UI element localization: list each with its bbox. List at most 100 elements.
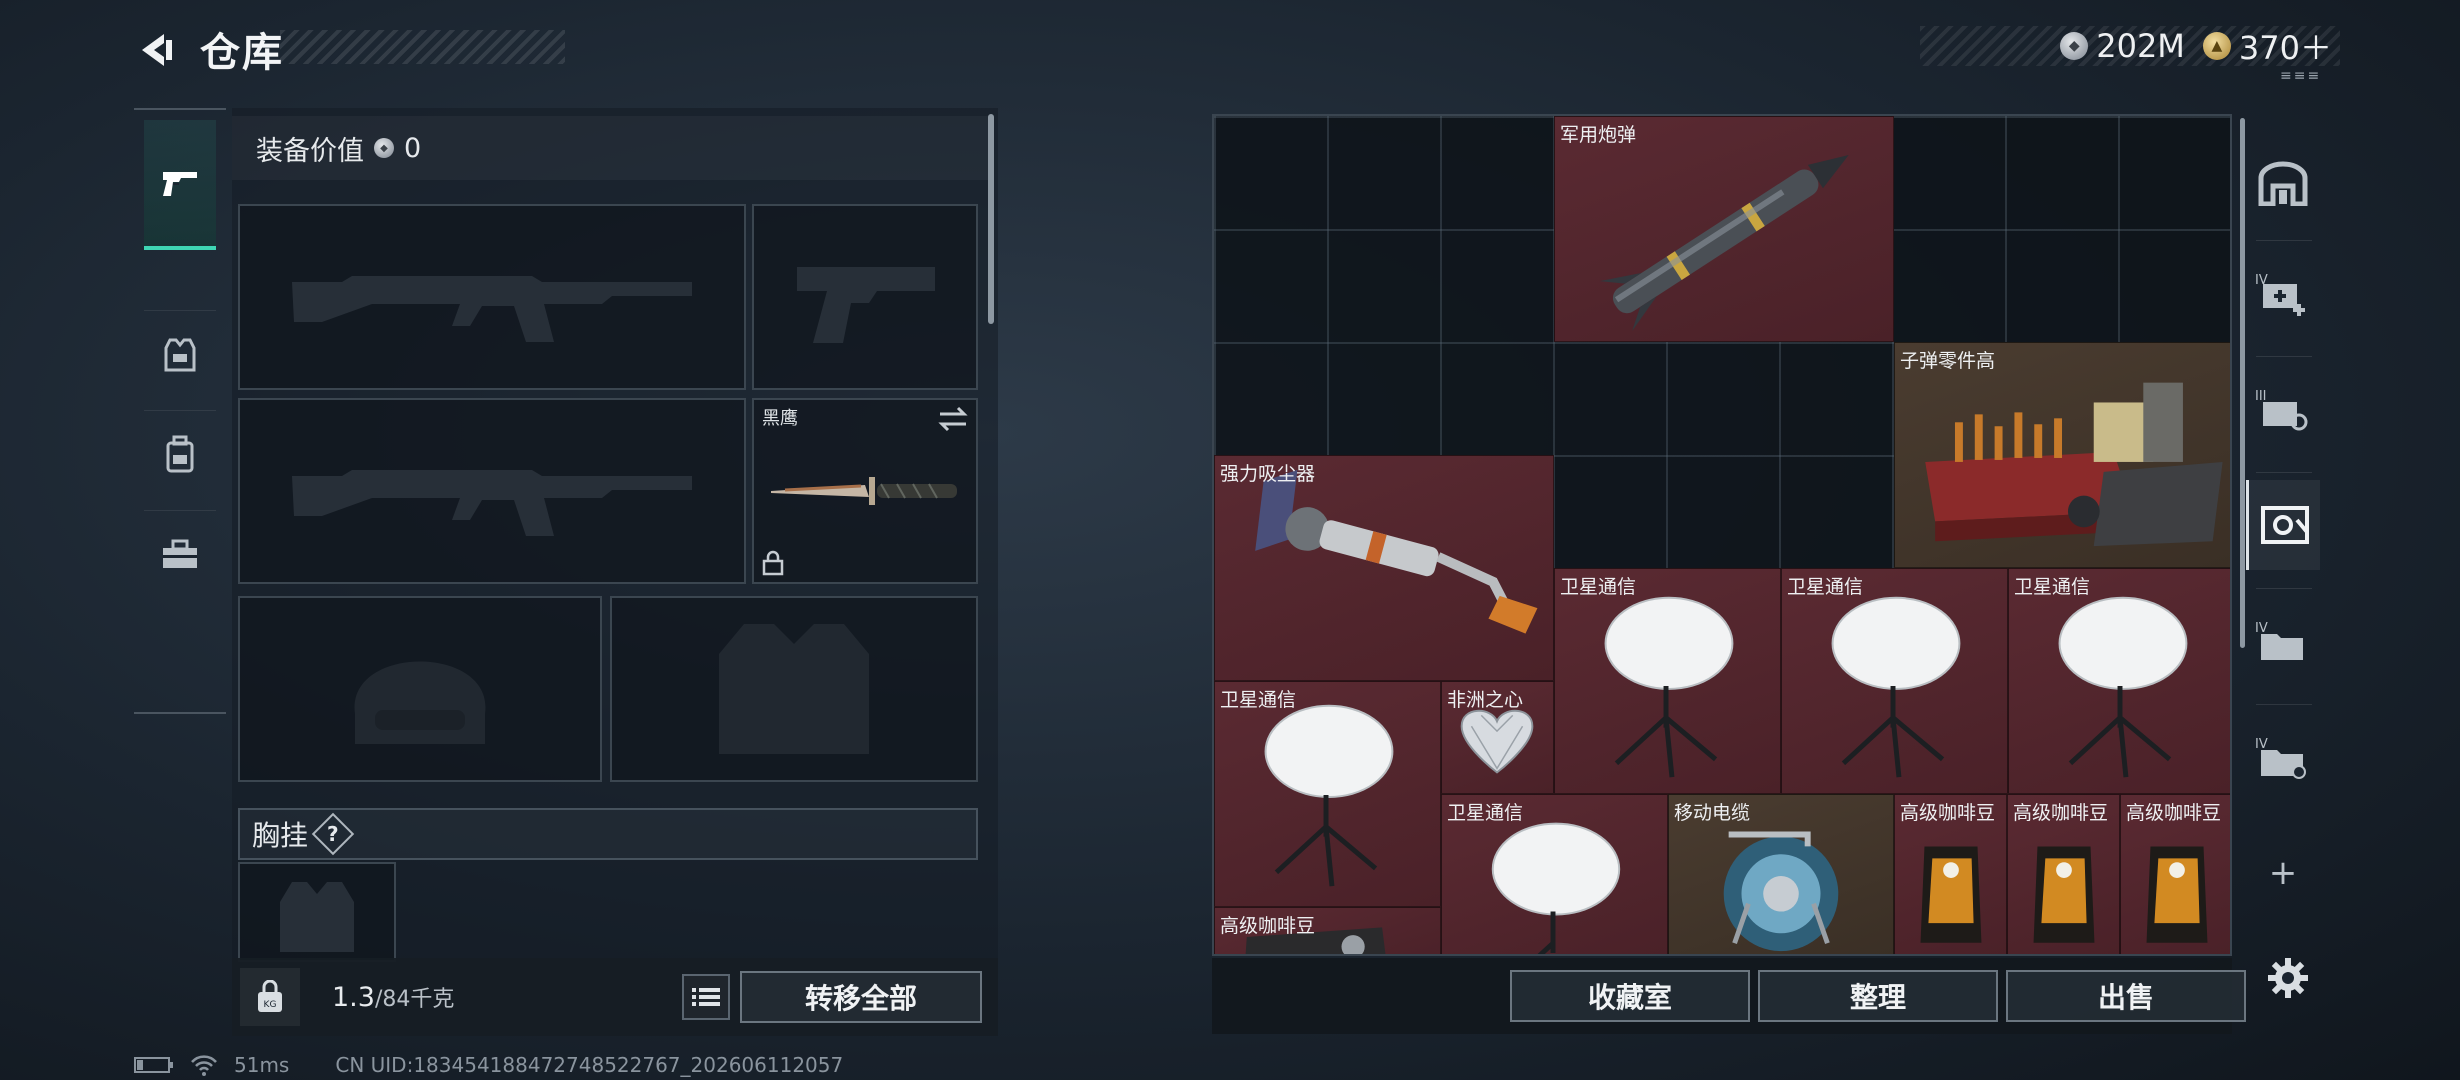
currency-gold[interactable]: ▲ 370＋ <box>2202 23 2332 69</box>
settings-button[interactable] <box>2262 952 2314 1004</box>
weight-readout: 1.3/84千克 <box>332 981 454 1013</box>
nav-weapons[interactable] <box>144 120 216 250</box>
list-view-button[interactable] <box>682 974 730 1020</box>
item-name: 移动电缆 <box>1674 802 1751 824</box>
storage-tabs: IV III IV IV + <box>2240 118 2326 958</box>
currency-silver[interactable]: ◆ 202M <box>2060 27 2185 65</box>
storage-item-satcom[interactable]: 卫星通信 <box>1441 794 1668 954</box>
backpack-icon <box>166 435 194 473</box>
storage-item-satcom[interactable]: 卫星通信 <box>1781 568 2008 794</box>
vacuum-icon <box>1255 469 1538 634</box>
tab-ammo-box[interactable]: III <box>2246 364 2320 454</box>
battery-icon <box>134 1057 173 1073</box>
artillery-shell-icon <box>1599 154 1849 332</box>
add-tab-button[interactable]: + <box>2246 828 2320 918</box>
storage-item-coffee-beans[interactable]: 高级咖啡豆 <box>2120 794 2230 954</box>
equip-value-bar: 装备价值 ◆ 0 <box>232 116 988 180</box>
tab-collection-box[interactable] <box>2246 480 2320 570</box>
knife-icon <box>771 477 957 505</box>
sell-button[interactable]: 出售 <box>2006 970 2246 1022</box>
satellite-dish-icon <box>1831 596 1961 778</box>
weight-bag-icon: KG <box>258 980 282 1012</box>
chest-rig-silhouette-icon <box>280 882 354 952</box>
nav-armor[interactable] <box>144 310 216 400</box>
storage-item-satcom[interactable]: 卫星通信 <box>1214 681 1441 907</box>
storage-item-coffee-beans[interactable]: 高级咖啡豆 <box>1214 907 1441 954</box>
swap-icon[interactable] <box>938 406 968 432</box>
weight-value: 1.3 <box>332 982 375 1013</box>
item-name: 子弹零件高 <box>1900 350 1996 372</box>
storage-item-bullet-parts[interactable]: 子弹零件高 <box>1894 342 2230 568</box>
tertiary-weapon-slot[interactable] <box>238 398 746 584</box>
back-button[interactable] <box>128 24 184 76</box>
tab-folder-box[interactable]: IV <box>2246 596 2320 686</box>
loadout-panel: 装备价值 ◆ 0 黑鹰 胸挂 ? <box>232 108 998 1036</box>
status-bar: 51ms CN UID:1834541884727485227​67_20260… <box>134 1052 843 1078</box>
armor-slot[interactable] <box>610 596 978 782</box>
tab-warehouse[interactable] <box>2246 138 2320 228</box>
storage-item-artillery-shell[interactable]: 军用炮弹 <box>1554 116 1894 342</box>
melee-slot[interactable]: 黑鹰 <box>752 398 978 584</box>
uid-readout: CN UID:1834541884727485227​67_2026061120… <box>335 1053 844 1077</box>
primary-weapon-slot[interactable] <box>238 204 746 390</box>
satellite-dish-icon <box>1604 596 1734 778</box>
storage-item-coffee-beans[interactable]: 高级咖啡豆 <box>1894 794 2007 954</box>
collection-box-icon <box>2260 506 2309 544</box>
list-icon <box>692 988 720 1006</box>
gold-coin-icon: ▲ <box>2202 32 2231 60</box>
helmet-slot[interactable] <box>238 596 602 782</box>
svg-text:III: III <box>2255 389 2267 404</box>
storage-item-coffee-beans[interactable]: 高级咖啡豆 <box>2007 794 2120 954</box>
equip-value-label: 装备价值 <box>256 135 364 167</box>
currency-bar: ◆ 202M ▲ 370＋ <box>1920 23 2340 69</box>
page-title: 仓库 <box>200 30 284 76</box>
nav-backpack[interactable] <box>144 410 216 500</box>
transfer-all-button[interactable]: 转移全部 <box>740 971 982 1023</box>
nav-toolbox[interactable] <box>144 510 216 600</box>
weight-max: /84千克 <box>374 987 455 1012</box>
ammo-crate-icon <box>1925 382 2223 547</box>
storage-item-satcom[interactable]: 卫星通信 <box>2008 568 2230 794</box>
weight-bag-button[interactable]: KG <box>240 968 300 1026</box>
help-icon[interactable]: ? <box>311 812 355 856</box>
item-name: 军用炮弹 <box>1560 124 1637 146</box>
back-arrow-icon <box>142 34 172 66</box>
key-box-icon: IV <box>2255 737 2306 779</box>
silver-coin-icon: ◆ <box>2060 32 2089 60</box>
equip-value: 0 <box>404 132 422 164</box>
item-name: 高级咖啡豆 <box>1900 802 1996 824</box>
left-category-nav <box>134 108 226 714</box>
loadout-scrollbar[interactable] <box>988 114 994 324</box>
rifle-silhouette-icon <box>292 276 692 342</box>
loadout-footer: KG 1.3/84千克 转移全部 <box>232 958 998 1036</box>
item-name: 卫星通信 <box>1447 802 1524 824</box>
storage-item-satcom[interactable]: 卫星通信 <box>1554 568 1781 794</box>
armor-vest-icon <box>164 338 196 372</box>
storage-grid: 军用炮弹 子弹零件高 强力吸尘器 卫星通信 卫星通信 卫星通信 卫星通信 非洲之… <box>1212 114 2232 956</box>
storage-item-cable-reel[interactable]: 移动电缆 <box>1668 794 1894 954</box>
pistol-icon <box>163 172 197 196</box>
storage-item-heart-of-africa[interactable]: 非洲之心 <box>1441 681 1554 794</box>
chest-rig-slot[interactable] <box>238 862 396 962</box>
organize-button[interactable]: 整理 <box>1758 970 1998 1022</box>
lock-icon <box>762 550 784 576</box>
tab-key-box[interactable]: IV <box>2246 712 2320 802</box>
item-name: 高级咖啡豆 <box>1220 915 1316 937</box>
toolbox-icon <box>163 539 197 568</box>
pistol-silhouette-icon <box>797 267 935 343</box>
helmet-silhouette-icon <box>354 661 486 744</box>
chest-rig-label: 胸挂 <box>252 819 309 852</box>
currency-silver-value: 202M <box>2096 27 2185 65</box>
collection-room-button[interactable]: 收藏室 <box>1510 970 1750 1022</box>
tab-medical-box[interactable]: IV <box>2246 248 2320 338</box>
svg-text:KG: KG <box>264 1000 277 1010</box>
item-name: 卫星通信 <box>1220 689 1297 711</box>
medical-box-icon: IV <box>2255 273 2305 316</box>
chest-rig-header: 胸挂 ? <box>238 808 978 860</box>
item-name: 高级咖啡豆 <box>2013 802 2109 824</box>
storage-item-vacuum[interactable]: 强力吸尘器 <box>1214 455 1554 681</box>
secondary-weapon-slot[interactable] <box>752 204 978 390</box>
item-name: 高级咖啡豆 <box>2126 802 2222 824</box>
item-name: 卫星通信 <box>1560 576 1637 598</box>
item-name: 强力吸尘器 <box>1220 463 1316 485</box>
